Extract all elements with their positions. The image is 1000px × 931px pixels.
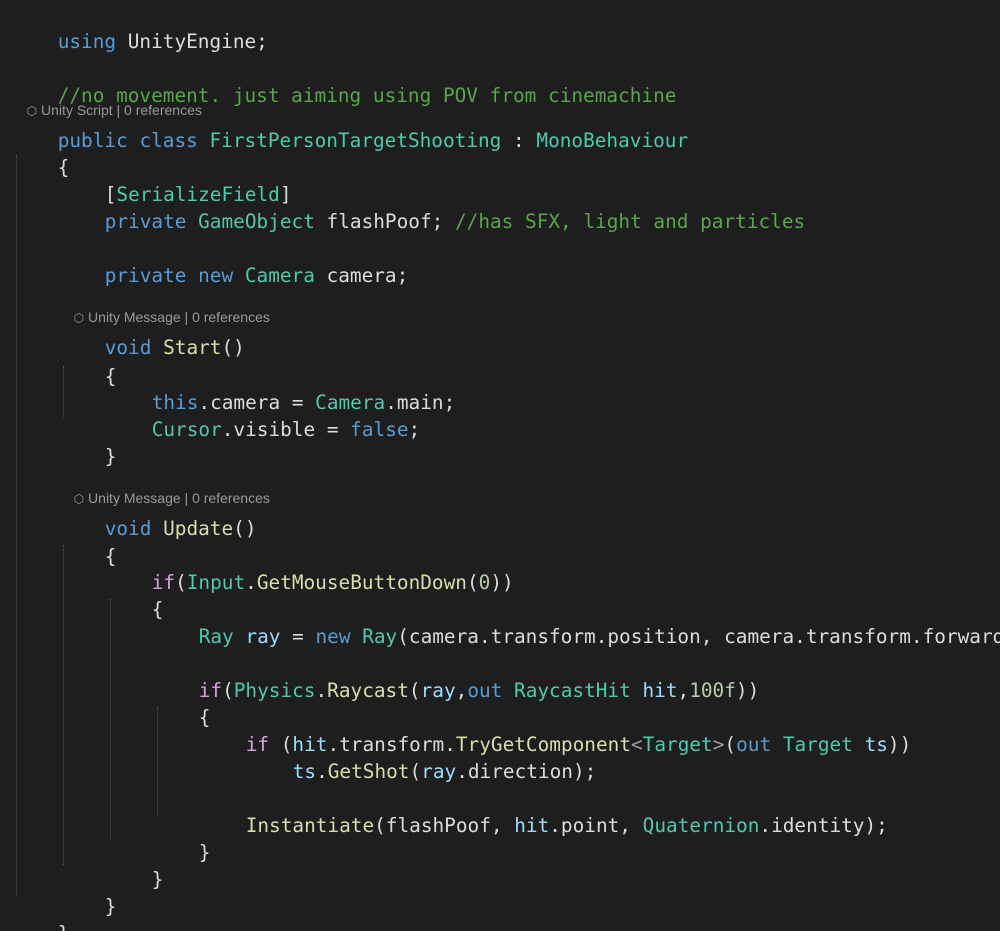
variable-token: ts (292, 760, 317, 783)
keyword-token: private (104, 264, 187, 287)
keyword-token: new (198, 264, 234, 287)
codelens-class[interactable]: ⬡ Unity Script | 0 references (11, 83, 202, 118)
indent-guide-class (16, 155, 17, 895)
code-line-6[interactable]: private GameObject flashPoof; //has SFX,… (58, 181, 806, 233)
code-line-5[interactable]: [SerializeField] (58, 154, 292, 206)
code-line-9[interactable]: { (58, 336, 117, 388)
type-token: Ray (362, 625, 398, 648)
code-line-16[interactable]: { (105, 569, 164, 621)
code-line-4[interactable]: { (11, 127, 70, 179)
type-token: Input (186, 571, 246, 594)
codelens-start[interactable]: ⬡ Unity Message | 0 references (58, 290, 270, 325)
variable-token: ts (864, 733, 888, 756)
code-editor[interactable]: using UnityEngine; //no movement. just a… (0, 0, 1000, 931)
type-token: Quaternion (642, 814, 760, 837)
variable-token: hit (514, 814, 550, 837)
namespace-token: UnityEngine; (116, 30, 268, 53)
brace-token: } (104, 445, 117, 468)
code-line-23[interactable]: } (152, 812, 211, 864)
type-token: Target (782, 733, 853, 756)
code-line-13[interactable]: void Update() (58, 488, 257, 540)
type-token: GameObject (198, 210, 315, 233)
comment-token: //has SFX, light and particles (454, 210, 806, 233)
code-line-20[interactable]: if (hit.transform.TryGetComponent<Target… (199, 704, 912, 756)
brace-token: } (151, 868, 164, 891)
method-name-token: Raycast (327, 679, 409, 702)
code-line-2[interactable]: //no movement. just aiming using POV fro… (11, 55, 677, 107)
type-token: Cursor (151, 418, 222, 441)
code-line-10[interactable]: this.camera = Camera.main; (105, 362, 456, 414)
keyword-token: new (315, 625, 351, 648)
code-line-3[interactable]: public class FirstPersonTargetShooting :… (11, 100, 688, 152)
codelens-update[interactable]: ⬡ Unity Message | 0 references (58, 471, 270, 506)
code-line-1[interactable]: using UnityEngine; (11, 1, 268, 53)
method-name-token: GetMouseButtonDown (256, 571, 467, 594)
code-line-11[interactable]: Cursor.visible = false; (105, 389, 421, 441)
method-name-token: Instantiate (245, 814, 375, 837)
keyword-token: using (57, 30, 117, 53)
code-line-12[interactable]: } (58, 416, 117, 468)
code-line-7[interactable]: private new Camera camera; (58, 235, 409, 287)
code-line-14[interactable]: { (58, 516, 117, 568)
code-line-15[interactable]: if(Input.GetMouseButtonDown(0)) (105, 542, 514, 594)
number-token: 0 (478, 571, 491, 594)
variable-token: ray (245, 625, 281, 648)
keyword-token: out (736, 733, 772, 756)
base-class-token: MonoBehaviour (536, 129, 689, 152)
code-line-26[interactable]: } (11, 893, 70, 931)
type-token: Physics (233, 679, 316, 702)
type-token: Target (642, 733, 713, 756)
keyword-token: false (350, 418, 409, 441)
code-line-25[interactable]: } (58, 866, 117, 918)
method-name-token: Update (163, 517, 234, 540)
type-token: RaycastHit (514, 679, 631, 702)
code-line-19[interactable]: { (152, 677, 211, 729)
code-line-22[interactable]: Instantiate(flashPoof, hit.point, Quater… (199, 785, 888, 837)
code-line-8[interactable]: void Start() (58, 307, 245, 359)
brace-token: } (58, 922, 70, 931)
keyword-token: private (104, 210, 187, 233)
brace-token: } (104, 895, 117, 918)
brace-token: } (198, 841, 211, 864)
keyword-token: class (139, 129, 198, 152)
method-name-token: GetShot (327, 760, 410, 783)
type-token: Ray (198, 625, 234, 648)
class-name-token: FirstPersonTargetShooting (209, 129, 502, 152)
code-line-21[interactable]: ts.GetShot(ray.direction); (246, 731, 597, 783)
code-line-17[interactable]: Ray ray = new Ray(camera.transform.posit… (152, 596, 1000, 648)
code-line-24[interactable]: } (105, 839, 164, 891)
type-token: Camera (244, 264, 315, 287)
number-token: 100f (689, 679, 736, 702)
variable-token: ray (421, 760, 457, 783)
method-name-token: Start (163, 336, 222, 359)
variable-token: ray (420, 679, 456, 702)
code-line-18[interactable]: if(Physics.Raycast(ray,out RaycastHit hi… (152, 650, 760, 702)
keyword-token: out (467, 679, 503, 702)
variable-token: hit (642, 679, 678, 702)
